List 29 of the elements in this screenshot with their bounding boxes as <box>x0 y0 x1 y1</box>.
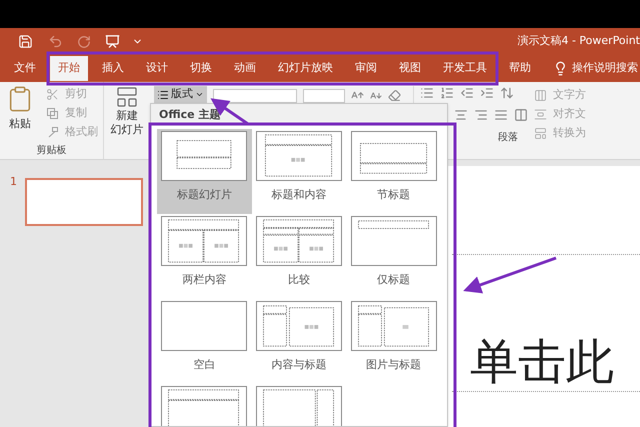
layout-option[interactable]: 图片与标题 <box>346 299 441 384</box>
layout-option[interactable]: 标题和内容 <box>252 129 346 214</box>
ribbon-tab[interactable]: 帮助 <box>501 56 539 81</box>
slide-number: 1 <box>10 174 17 190</box>
window-title: 演示文稿4 - PowerPoint <box>517 33 640 50</box>
layout-option[interactable]: 两栏内容 <box>157 214 252 299</box>
ribbon-tab[interactable]: 审阅 <box>347 56 385 81</box>
layout-option[interactable]: 比较 <box>252 214 346 299</box>
layout-option[interactable]: 仅标题 <box>346 214 441 299</box>
ribbon-tab[interactable]: 文件 <box>6 56 44 81</box>
ribbon-tab[interactable]: 视图 <box>391 56 429 81</box>
layout-option[interactable]: 内容与标题 <box>252 299 346 384</box>
tell-me-search[interactable]: 操作说明搜索 <box>572 60 638 77</box>
new-slide-button[interactable]: 新建 幻灯片 <box>110 85 144 137</box>
ribbon-tab[interactable]: 开发工具 <box>435 56 495 81</box>
ribbon-tab[interactable]: 切换 <box>182 56 220 81</box>
ribbon-tab[interactable]: 设计 <box>138 56 176 81</box>
paste-button[interactable]: 粘贴 <box>0 85 40 143</box>
group-label: 段落 <box>498 130 519 145</box>
layout-option[interactable]: 节标题 <box>346 129 441 214</box>
ribbon-tab[interactable]: 幻灯片放映 <box>270 56 341 81</box>
title-placeholder[interactable]: 单击此 <box>452 254 640 392</box>
ribbon-tab[interactable]: 动画 <box>226 56 264 81</box>
group-label: 剪贴板 <box>36 144 68 158</box>
ribbon-tab[interactable]: 开始 <box>50 56 88 81</box>
ribbon-tab[interactable]: 插入 <box>94 56 132 81</box>
layout-option[interactable]: 空白 <box>157 299 252 384</box>
layout-option[interactable]: 标题幻灯片 <box>157 129 252 214</box>
layout-button[interactable]: 版式 <box>154 86 207 103</box>
